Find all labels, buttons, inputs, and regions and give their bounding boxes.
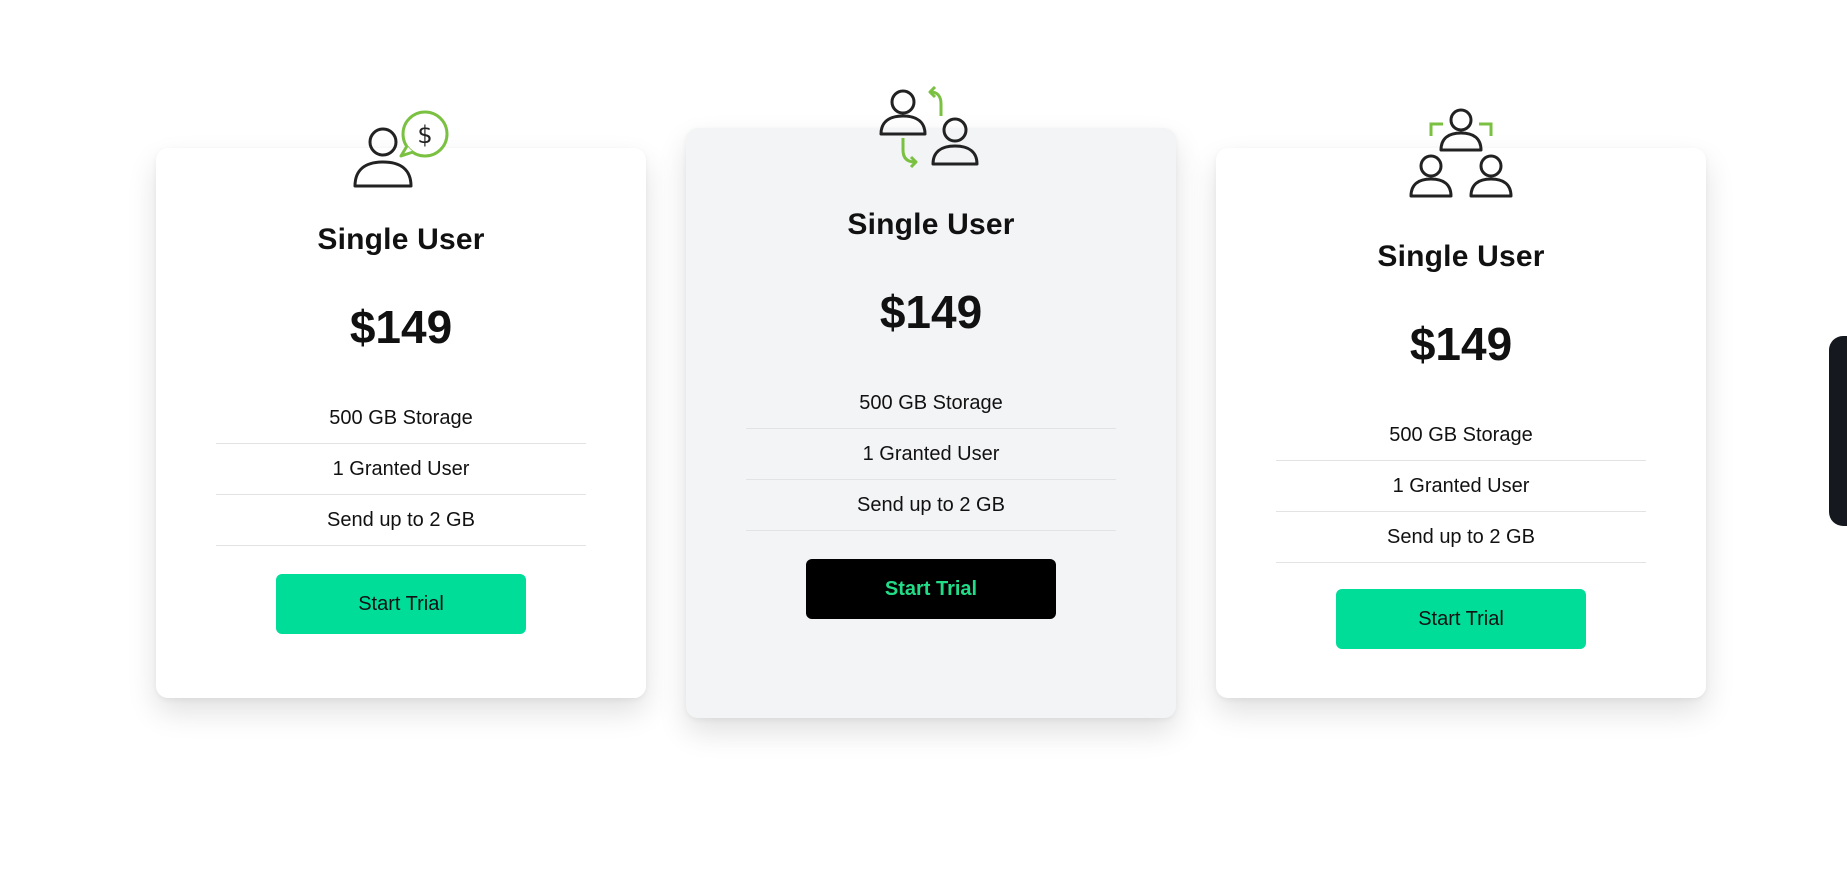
- feature-users: 1 Granted User: [746, 429, 1116, 480]
- feature-storage: 500 GB Storage: [216, 393, 586, 444]
- feature-users: 1 Granted User: [1276, 461, 1646, 512]
- pricing-card-2: Single User $149 500 GB Storage 1 Grante…: [686, 86, 1176, 718]
- feature-list: 500 GB Storage 1 Granted User Send up to…: [1276, 410, 1646, 563]
- side-settings-tab[interactable]: [1829, 336, 1847, 526]
- feature-list: 500 GB Storage 1 Granted User Send up to…: [746, 378, 1116, 531]
- start-trial-button[interactable]: Start Trial: [276, 574, 526, 634]
- feature-storage: 500 GB Storage: [746, 378, 1116, 429]
- start-trial-button[interactable]: Start Trial: [806, 559, 1056, 619]
- start-trial-button[interactable]: Start Trial: [1336, 589, 1586, 649]
- feature-list: 500 GB Storage 1 Granted User Send up to…: [216, 393, 586, 546]
- plan-title: Single User: [847, 208, 1015, 241]
- feature-send-limit: Send up to 2 GB: [1276, 512, 1646, 563]
- plan-price: $149: [349, 301, 453, 353]
- feature-users: 1 Granted User: [216, 444, 586, 495]
- feature-storage: 500 GB Storage: [1276, 410, 1646, 461]
- plan-title: Single User: [317, 223, 485, 256]
- users-exchange-icon: [879, 86, 983, 168]
- plan-price: $149: [879, 286, 983, 338]
- pricing-card-3: Single User $149 500 GB Storage 1 Grante…: [1216, 108, 1706, 698]
- feature-send-limit: Send up to 2 GB: [746, 480, 1116, 531]
- plan-title: Single User: [1377, 240, 1545, 273]
- svg-text:$: $: [417, 121, 432, 149]
- pricing-card-1: $ Single User $149 500 GB Storage 1 Gran…: [156, 110, 646, 698]
- pricing-section: $ Single User $149 500 GB Storage 1 Gran…: [0, 0, 1847, 871]
- plan-price: $149: [1409, 318, 1513, 370]
- team-group-icon: [1409, 108, 1513, 200]
- feature-send-limit: Send up to 2 GB: [216, 495, 586, 546]
- user-dollar-chat-icon: $: [349, 108, 453, 188]
